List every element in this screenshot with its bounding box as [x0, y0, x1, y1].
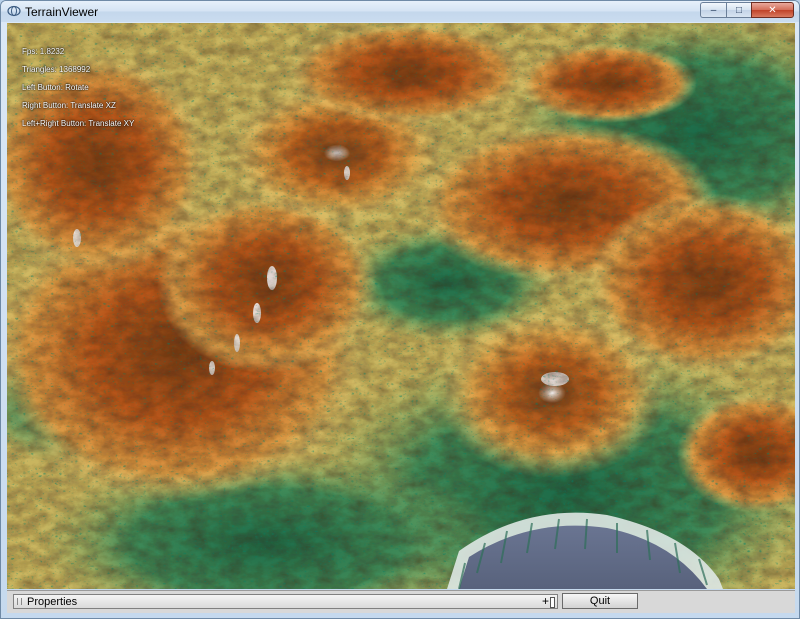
fps-readout: Fps: 1.8232 [22, 47, 65, 56]
terrain-viewport[interactable]: Fps: 1.8232 Triangles: 1368992 Left Butt… [7, 23, 795, 589]
hint-both-buttons: Left+Right Button: Translate XY [22, 119, 135, 128]
minimize-button[interactable]: – [700, 2, 726, 18]
maximize-button[interactable]: □ [726, 2, 751, 18]
window-title: TerrainViewer [25, 5, 99, 19]
triangle-count: Triangles: 1368992 [22, 65, 91, 74]
scrollbar-thumb[interactable] [550, 597, 555, 608]
minimize-icon: – [710, 4, 717, 16]
grip-icon[interactable] [17, 598, 22, 605]
app-icon [7, 5, 21, 17]
quit-button[interactable]: Quit [562, 593, 638, 609]
expand-icon[interactable]: + [542, 594, 549, 608]
properties-label: Properties [27, 596, 78, 608]
hint-right-button: Right Button: Translate XZ [22, 101, 116, 110]
terrain-viewer-window: TerrainViewer – □ ✕ Fps: 1.8232 Triangle… [0, 0, 800, 619]
close-button[interactable]: ✕ [751, 2, 794, 18]
maximize-icon: □ [735, 4, 743, 16]
hint-left-button: Left Button: Rotate [22, 83, 89, 92]
bottom-toolbar: Properties + Quit [7, 590, 795, 613]
properties-panel-header[interactable]: Properties + [13, 594, 558, 609]
caption-buttons: – □ ✕ [700, 2, 794, 19]
title-bar[interactable]: TerrainViewer – □ ✕ [1, 1, 799, 22]
hud-overlay: Fps: 1.8232 Triangles: 1368992 Left Butt… [22, 43, 134, 133]
close-icon: ✕ [768, 4, 777, 16]
